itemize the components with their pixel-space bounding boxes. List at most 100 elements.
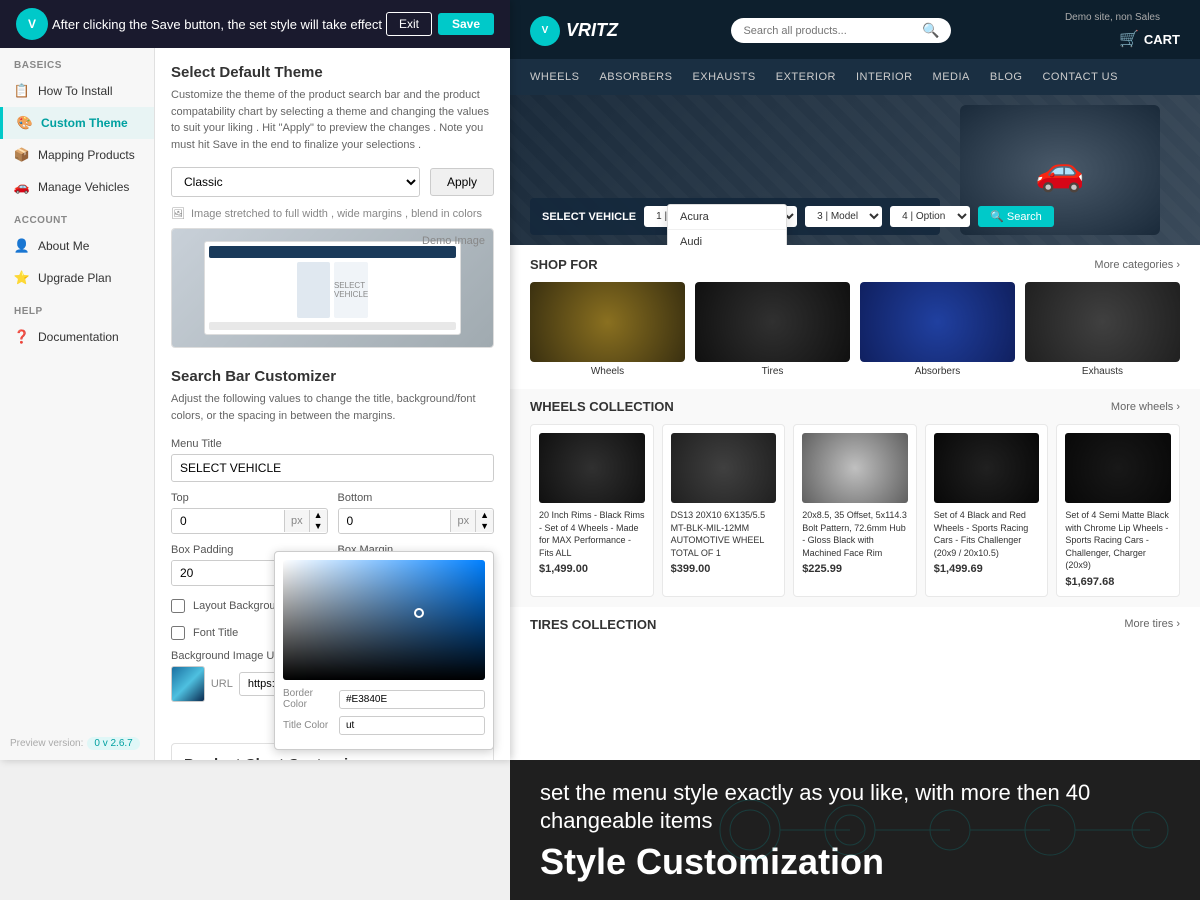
install-icon: 📋 [14, 83, 30, 99]
search-icon-button[interactable]: 🔍 [922, 22, 939, 39]
make-acura[interactable]: Acura [668, 205, 786, 230]
bottom-down[interactable]: ▼ [476, 521, 493, 532]
nav-absorbers[interactable]: ABSORBERS [599, 71, 672, 83]
top-label: Top [171, 492, 328, 504]
nav-media[interactable]: MEDIA [933, 71, 970, 83]
border-color-input[interactable] [339, 690, 485, 709]
nav-contact-us[interactable]: CONTACT US [1042, 71, 1118, 83]
nav-wheels[interactable]: WHEELS [530, 71, 579, 83]
mapping-icon: 📦 [14, 147, 30, 163]
tires-label: Tires [695, 366, 850, 377]
menu-title-input[interactable] [171, 454, 494, 482]
nav-blog[interactable]: BLOG [990, 71, 1023, 83]
vehicle-selector: SELECT VEHICLE 1 | Make 2 | Year 3 | Mod… [530, 198, 940, 235]
sidebar-item-how-to-install[interactable]: 📋 How To Install [0, 75, 154, 107]
right-panel: V VRITZ 🔍 Demo site, non Sales 🛒 CART WH… [510, 0, 1200, 900]
select-theme-desc: Customize the theme of the product searc… [171, 87, 494, 153]
wheel-item-1[interactable]: 20 Inch Rims - Black Rims - Set of 4 Whe… [530, 424, 654, 597]
shop-for-title: SHOP FOR [530, 257, 598, 272]
cart-button[interactable]: 🛒 CART [1119, 29, 1180, 49]
model-select[interactable]: 3 | Model [805, 206, 882, 227]
category-absorbers[interactable]: Absorbers [860, 282, 1015, 377]
theme-select-dropdown[interactable]: Classic Modern Dark [171, 167, 420, 197]
shop-nav: WHEELS ABSORBERS EXHAUSTS EXTERIOR INTER… [510, 59, 1200, 95]
hero-section: 🚗 SELECT VEHICLE 1 | Make 2 | Year 3 | M… [510, 95, 1200, 245]
font-title-label: Font Title [193, 627, 238, 639]
bottom-input[interactable] [339, 509, 451, 533]
notification-bar: V After clicking the Save button, the se… [0, 0, 510, 48]
sidebar-item-label: How To Install [38, 84, 112, 98]
wheel-item-5[interactable]: Set of 4 Semi Matte Black with Chrome Li… [1056, 424, 1180, 597]
wheel-item-2[interactable]: DS13 20X10 6X135/5.5 MT-BLK-MIL-12MM AUT… [662, 424, 786, 597]
version-badge: 0 v 2.6.7 [87, 737, 139, 750]
wheel-price-2: $399.00 [671, 563, 777, 575]
make-audi[interactable]: Audi [668, 230, 786, 245]
category-wheels[interactable]: Wheels [530, 282, 685, 377]
nav-exhausts[interactable]: EXHAUSTS [692, 71, 755, 83]
vehicle-search-button[interactable]: 🔍 Search [978, 206, 1054, 227]
top-up[interactable]: ▲ [310, 510, 327, 521]
search-bar-desc: Adjust the following values to change th… [171, 391, 494, 424]
top-down[interactable]: ▼ [310, 521, 327, 532]
bottom-overlay: set the menu style exactly as you like, … [510, 760, 1200, 900]
wheel-item-3[interactable]: 20x8.5, 35 Offset, 5x114.3 Bolt Pattern,… [793, 424, 917, 597]
select-theme-section: Select Default Theme Customize the theme… [171, 64, 494, 348]
category-tires[interactable]: Tires [695, 282, 850, 377]
title-color-input[interactable] [339, 716, 485, 735]
theme-icon: 🎨 [17, 115, 33, 131]
category-exhausts[interactable]: Exhausts [1025, 282, 1180, 377]
sidebar-item-documentation[interactable]: ❓ Documentation [0, 321, 154, 353]
border-color-row: Border Color [283, 688, 485, 710]
more-categories-link[interactable]: More categories › [1094, 259, 1180, 271]
wheels-label: Wheels [530, 366, 685, 377]
font-title-checkbox[interactable] [171, 626, 185, 640]
wheel-img-4 [934, 433, 1040, 503]
category-grid: Wheels Tires Absorbers Exhausts [530, 282, 1180, 377]
title-color-label: Title Color [283, 720, 333, 731]
border-color-label: Border Color [283, 688, 333, 710]
sidebar-section-account: ACCOUNT [0, 203, 154, 230]
bottom-stepper[interactable]: ▲ ▼ [475, 510, 493, 532]
color-dot[interactable] [414, 608, 424, 618]
tires-header: TIRES COLLECTION More tires › [530, 617, 1180, 632]
cart-label: CART [1144, 32, 1180, 47]
wheel-img-1 [539, 433, 645, 503]
search-input[interactable] [743, 25, 916, 37]
bottom-input-group: px ▲ ▼ [338, 508, 495, 534]
nav-interior[interactable]: INTERIOR [856, 71, 913, 83]
sidebar-item-manage-vehicles[interactable]: 🚗 Manage Vehicles [0, 171, 154, 203]
sidebar-item-mapping-products[interactable]: 📦 Mapping Products [0, 139, 154, 171]
sidebar-item-upgrade-plan[interactable]: ⭐ Upgrade Plan [0, 262, 154, 294]
more-wheels-link[interactable]: More wheels › [1111, 401, 1180, 413]
sidebar-item-custom-theme[interactable]: 🎨 Custom Theme [0, 107, 154, 139]
save-button[interactable]: Save [438, 13, 494, 35]
wheel-price-3: $225.99 [802, 563, 908, 575]
layout-bg-checkbox[interactable] [171, 599, 185, 613]
more-tires-link[interactable]: More tires › [1124, 618, 1180, 630]
bottom-up[interactable]: ▲ [476, 510, 493, 521]
search-bar-title: Search Bar Customizer [171, 368, 494, 385]
logo: V [16, 8, 48, 40]
demo-inner: SELECT VEHICLE [204, 241, 461, 335]
sidebar-section-help: HELP [0, 294, 154, 321]
nav-exterior[interactable]: EXTERIOR [776, 71, 836, 83]
notification-text: After clicking the Save button, the set … [48, 17, 386, 32]
exit-button[interactable]: Exit [386, 12, 432, 36]
box-padding-input[interactable] [172, 561, 284, 585]
apply-button[interactable]: Apply [430, 168, 494, 196]
top-stepper[interactable]: ▲ ▼ [309, 510, 327, 532]
sidebar-section-baseics: BASEICS [0, 48, 154, 75]
exhausts-image [1025, 282, 1180, 362]
top-input[interactable] [172, 509, 284, 533]
sidebar-item-about-me[interactable]: 👤 About Me [0, 230, 154, 262]
option-select[interactable]: 4 | Option [890, 206, 970, 227]
search-bar: 🔍 [731, 18, 951, 43]
menu-title-label: Menu Title [171, 438, 494, 450]
product-chart-title: Product Chart Customi [184, 756, 481, 760]
top-unit: px [284, 510, 309, 532]
vs-label: SELECT VEHICLE [542, 211, 636, 223]
tires-image [695, 282, 850, 362]
color-gradient[interactable] [283, 560, 485, 680]
wheel-item-4[interactable]: Set of 4 Black and Red Wheels - Sports R… [925, 424, 1049, 597]
shop-for-section: SHOP FOR More categories › Wheels Tires … [510, 245, 1200, 389]
